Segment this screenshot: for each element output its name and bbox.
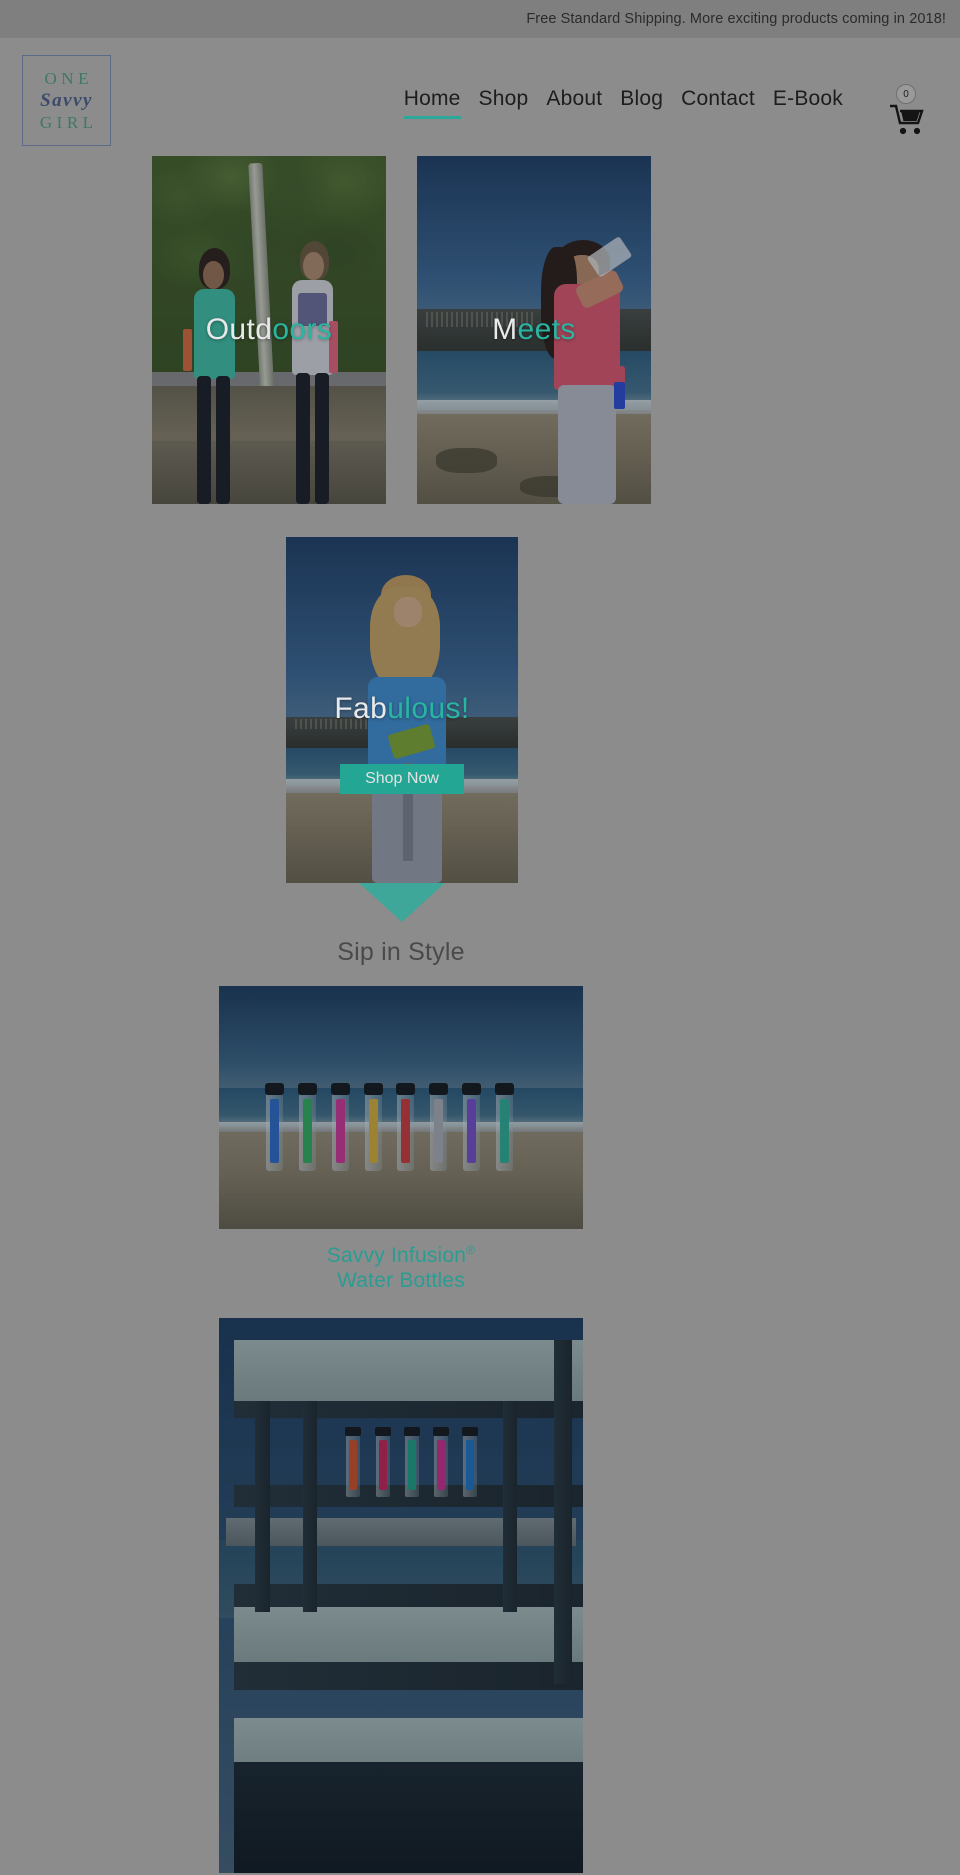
nav-item-ebook[interactable]: E-Book [773,87,843,121]
nav-item-shop[interactable]: Shop [479,87,529,121]
product-photo-bottles-rail[interactable] [219,1318,583,1873]
down-arrow-icon [359,883,445,922]
logo-line-girl: GIRL [39,112,98,132]
tile-meets-caption-teal: eets [517,313,576,346]
nav-item-contact[interactable]: Contact [681,87,755,121]
section-title: Sip in Style [337,938,465,966]
tile-meets-caption-overlay: Meets [417,156,651,504]
announcement-bar: Free Standard Shipping. More exciting pr… [0,0,960,38]
nav-item-blog[interactable]: Blog [620,87,663,121]
registered-trademark-symbol: ® [466,1243,476,1257]
tile-fabulous-caption-teal: ulous! [387,692,470,725]
product-caption-line2: Water Bottles [337,1269,465,1292]
logo-line-one: ONE [44,68,93,88]
nav-item-about[interactable]: About [546,87,602,121]
announcement-text: Free Standard Shipping. More exciting pr… [526,11,946,27]
logo-line-savvy: Savvy [40,89,93,111]
tile-outdoors-caption-overlay: Outdoors [152,156,386,504]
tile-meets[interactable]: Meets [417,156,651,504]
shop-now-button[interactable]: Shop Now [340,764,464,794]
nav-item-home[interactable]: Home [403,87,461,121]
cart-count-badge: 0 [896,84,916,104]
product-caption[interactable]: Savvy Infusion® Water Bottles [0,1238,802,1293]
cart-button[interactable]: 0 [885,84,933,143]
shopping-cart-icon [890,104,924,135]
tile-fabulous-overlay: Fabulous! Shop Now [286,537,518,883]
product-photo-bottles-beach[interactable] [219,986,583,1229]
tile-fabulous-caption-white: Fab [334,692,388,725]
product-caption-line1: Savvy Infusion [326,1244,467,1267]
tile-outdoors[interactable]: Outdoors [152,156,386,504]
site-logo[interactable]: ONE Savvy GIRL [22,55,111,146]
tile-outdoors-caption-teal: oors [272,313,333,346]
tile-fabulous[interactable]: Fabulous! Shop Now [286,537,518,883]
page-root: Free Standard Shipping. More exciting pr… [0,0,960,1875]
site-header: ONE Savvy GIRL Home Shop About Blog Cont… [0,38,960,156]
main-navigation: Home Shop About Blog Contact E-Book [403,87,843,121]
tile-outdoors-caption-white: Outd [205,313,273,346]
tile-meets-caption-white: M [492,313,518,346]
